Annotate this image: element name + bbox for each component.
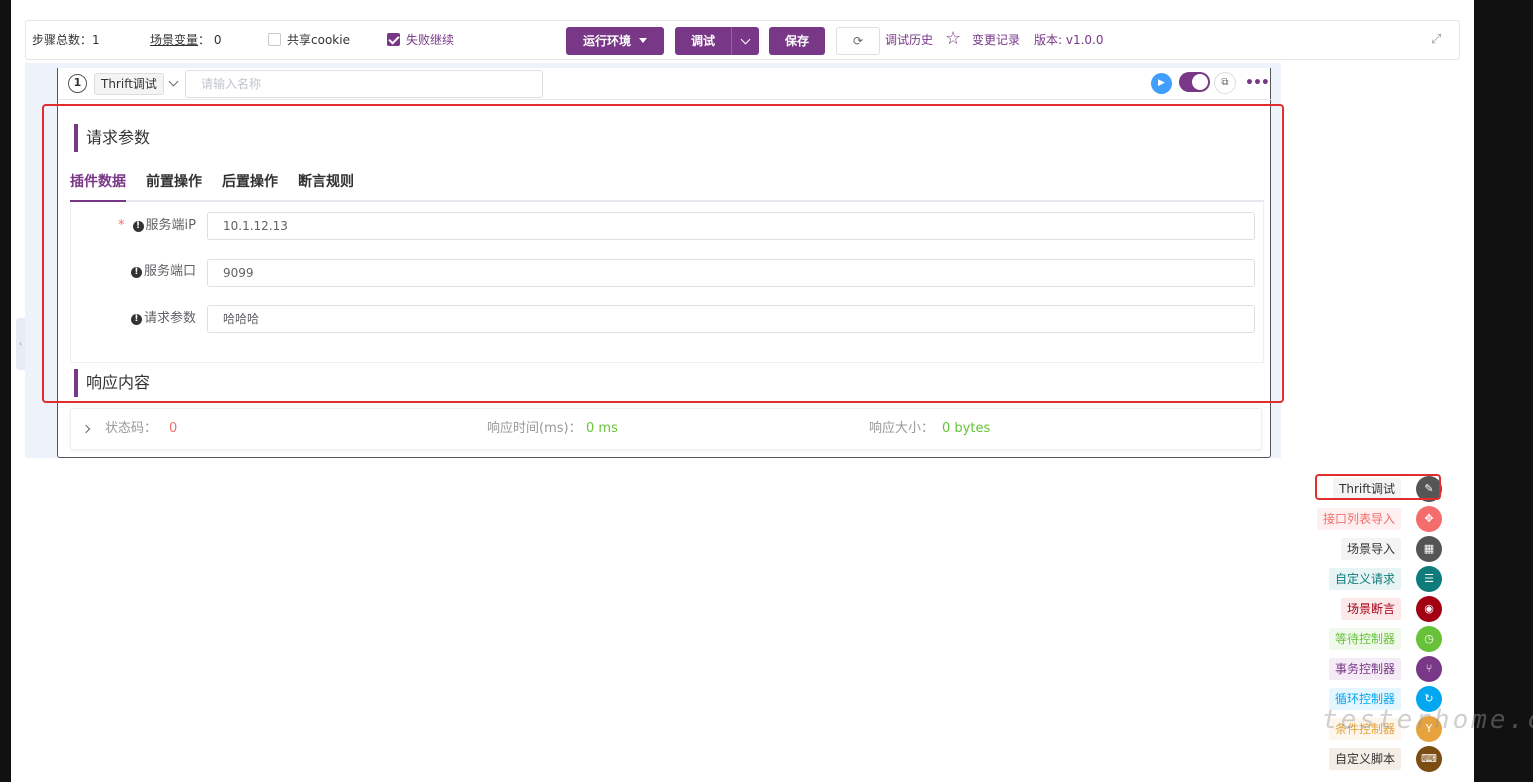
menu-item-2[interactable]: 场景导入 ▦ (1300, 536, 1445, 562)
fail-continue-checkbox[interactable]: 失败继续 (387, 21, 454, 59)
menu-item-label[interactable]: 事务控制器 (1328, 658, 1401, 680)
status-code-label: 状态码： (105, 421, 158, 436)
changelog-link[interactable]: 变更记录 (972, 21, 1020, 59)
more-icon[interactable]: ••• (1245, 72, 1270, 94)
checkbox-checked-icon (387, 33, 400, 46)
steps-total: 步骤总数：1 (32, 33, 100, 47)
step-number: 1 (68, 74, 87, 93)
menu-item-label[interactable]: 接口列表导入 (1316, 508, 1401, 530)
share-cookie-checkbox[interactable]: 共享cookie (268, 21, 350, 59)
menu-item-3[interactable]: 自定义请求 ☰ (1300, 566, 1445, 592)
menu-item-label[interactable]: 等待控制器 (1328, 628, 1401, 650)
refresh-icon: ⟳ (852, 34, 864, 48)
checkbox-icon (268, 33, 281, 46)
sliders-icon[interactable]: ☰ (1416, 566, 1442, 592)
run-env-button[interactable]: 运行环境 (566, 27, 664, 55)
star-icon[interactable]: ☆ (945, 21, 961, 59)
watermark: testerhome.com (1322, 705, 1533, 735)
copy-icon[interactable]: ⧉ (1214, 72, 1236, 94)
scenario-vars[interactable]: 场景变量： 0 (150, 21, 221, 59)
response-summary[interactable]: 状态码： 0 响应时间(ms)： 0 ms 响应大小： 0 bytes (70, 408, 1262, 450)
step-type-tag: Thrift调试 (94, 73, 164, 95)
scenario-vars-link[interactable]: 场景变量 (150, 33, 198, 47)
dark-margin (1474, 0, 1533, 782)
save-button[interactable]: 保存 (769, 27, 825, 55)
clapper-icon[interactable]: ▦ (1416, 536, 1442, 562)
fail-continue-label: 失败继续 (406, 33, 455, 47)
collapse-chevron-icon[interactable] (168, 76, 179, 87)
menu-item-9[interactable]: 自定义脚本 ⌨ (1300, 746, 1445, 772)
chevron-left-icon: ‹ (18, 339, 23, 348)
chevron-down-icon (740, 34, 751, 45)
response-size-value: 0 bytes (942, 421, 991, 436)
menu-item-label[interactable]: 自定义脚本 (1328, 748, 1401, 770)
highlight-box-thrift (1315, 474, 1441, 500)
menu-item-label[interactable]: 场景导入 (1340, 538, 1401, 560)
status-code-value: 0 (169, 421, 178, 436)
script-icon[interactable]: ⌨ (1416, 746, 1442, 772)
menu-item-label[interactable]: 场景断言 (1340, 598, 1401, 620)
step-name-input[interactable]: 请输入名称 (185, 70, 543, 98)
debug-history-link[interactable]: 调试历史 (885, 21, 933, 59)
fullscreen-icon[interactable]: ⤢ (1431, 33, 1445, 47)
menu-item-1[interactable]: 接口列表导入 ✥ (1300, 506, 1445, 532)
scenario-vars-count: ： 0 (198, 33, 222, 47)
scenario-toolbar: 步骤总数：1 场景变量： 0 共享cookie 失败继续 运行环境 调试 保存 … (25, 20, 1460, 60)
menu-item-6[interactable]: 事务控制器 ⑂ (1300, 656, 1445, 682)
step-header: 1 Thrift调试 请输入名称 ▶ ⧉ ••• (58, 68, 1272, 100)
collapse-handle[interactable]: ‹ (16, 318, 25, 370)
highlight-box-request (42, 104, 1284, 403)
menu-item-label[interactable]: 自定义请求 (1328, 568, 1401, 590)
assert-icon[interactable]: ◉ (1416, 596, 1442, 622)
response-time-value: 0 ms (586, 421, 618, 436)
menu-item-5[interactable]: 等待控制器 ◷ (1300, 626, 1445, 652)
debug-button[interactable]: 调试 (675, 27, 759, 55)
version-label: 版本: v1.0.0 (1034, 33, 1104, 47)
debug-dropdown[interactable] (731, 27, 759, 55)
debug-label: 调试 (691, 34, 716, 48)
move-icon[interactable]: ✥ (1416, 506, 1442, 532)
caret-down-icon (639, 38, 647, 43)
play-icon[interactable]: ▶ (1151, 73, 1172, 94)
menu-item-4[interactable]: 场景断言 ◉ (1300, 596, 1445, 622)
share-cookie-label: 共享cookie (287, 33, 350, 47)
chevron-right-icon[interactable] (81, 424, 91, 434)
fork-icon[interactable]: ⑂ (1416, 656, 1442, 682)
response-size-label: 响应大小： (869, 421, 935, 436)
enable-toggle[interactable] (1179, 72, 1210, 92)
clock-icon[interactable]: ◷ (1416, 626, 1442, 652)
run-env-label: 运行环境 (582, 34, 631, 48)
response-time-label: 响应时间(ms)： (487, 421, 582, 436)
refresh-button[interactable]: ⟳ (836, 27, 880, 55)
